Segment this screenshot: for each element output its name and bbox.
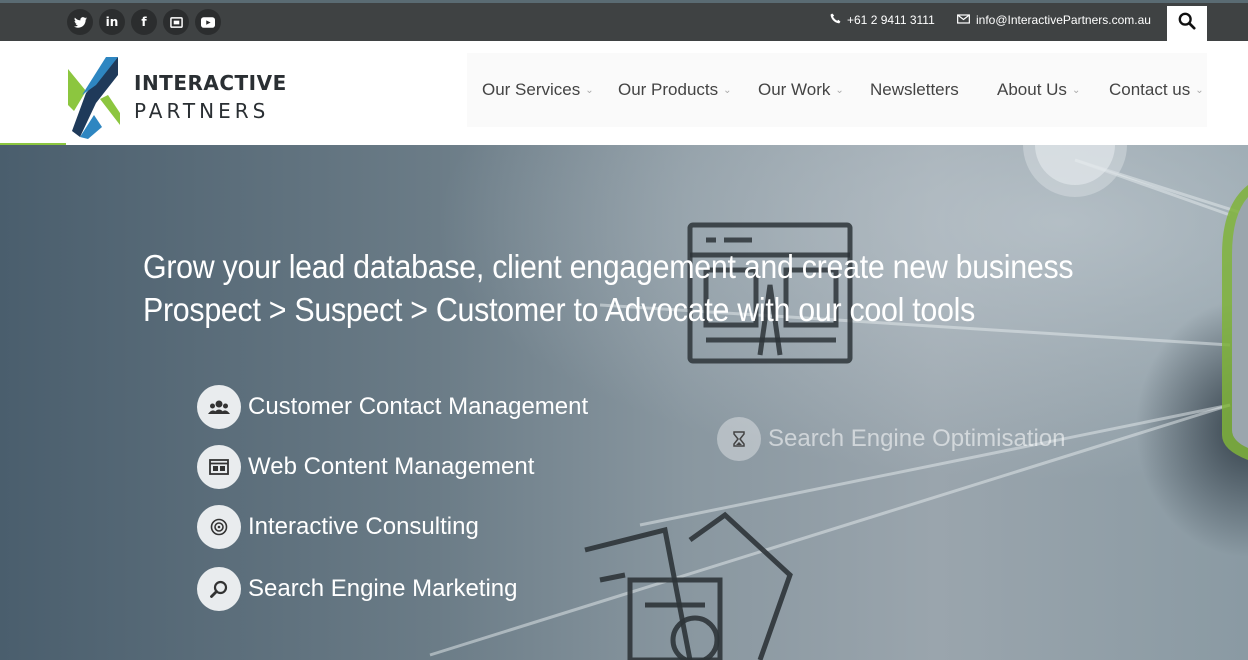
facebook-icon[interactable]: f — [131, 9, 157, 35]
nav-our-products[interactable]: Our Products ⌄ — [618, 80, 732, 100]
chevron-down-icon: ⌄ — [723, 84, 732, 96]
hero-headline-line-2: Prospect > Suspect > Customer to Advocat… — [143, 291, 976, 328]
top-bar: in f +61 2 9411 3111 info@InteractivePar… — [0, 0, 1248, 41]
site-header: INTERACTIVE PARTNERS Our Services ⌄ Our … — [0, 41, 1248, 147]
logo-wordmark-top: INTERACTIVE — [134, 71, 287, 95]
nav-label: Our Services — [482, 80, 581, 99]
nav-label: About Us — [997, 80, 1067, 99]
email-address: info@InteractivePartners.com.au — [976, 13, 1151, 27]
service-search-engine-optimisation[interactable]: Search Engine Optimisation — [717, 417, 1066, 461]
nav-label: Newsletters — [870, 80, 959, 99]
chevron-down-icon: ⌄ — [1195, 84, 1204, 96]
logo-mark — [68, 57, 120, 139]
people-icon — [197, 385, 241, 429]
nav-label: Our Work — [758, 80, 831, 99]
chevron-down-icon: ⌄ — [835, 84, 844, 96]
phone-contact[interactable]: +61 2 9411 3111 — [830, 13, 935, 27]
hero-background-illustration — [0, 145, 1248, 660]
magnifier-icon — [197, 567, 241, 611]
linkedin-icon[interactable]: in — [99, 9, 125, 35]
meetup-icon[interactable] — [163, 9, 189, 35]
nav-our-services[interactable]: Our Services ⌄ — [482, 80, 594, 100]
logo-wordmark-bottom: PARTNERS — [134, 99, 270, 123]
nav-label: Our Products — [618, 80, 719, 99]
phone-icon — [830, 13, 841, 27]
email-contact[interactable]: info@InteractivePartners.com.au — [957, 13, 1151, 27]
site-logo[interactable]: INTERACTIVE PARTNERS — [66, 55, 286, 139]
service-interactive-consulting[interactable]: Interactive Consulting — [197, 505, 479, 549]
service-search-engine-marketing[interactable]: Search Engine Marketing — [197, 567, 517, 611]
social-links: in f — [67, 9, 221, 35]
hero-headline-line-1: Grow your lead database, client engageme… — [143, 248, 1074, 285]
nav-our-work[interactable]: Our Work ⌄ — [758, 80, 844, 100]
nav-contact-us[interactable]: Contact us ⌄ — [1109, 80, 1204, 100]
nav-label: Contact us — [1109, 80, 1191, 99]
service-label: Search Engine Marketing — [248, 575, 518, 602]
main-navigation: Our Services ⌄ Our Products ⌄ Our Work ⌄… — [467, 53, 1207, 127]
envelope-icon — [957, 13, 970, 27]
hourglass-icon — [717, 417, 761, 461]
chevron-down-icon: ⌄ — [1071, 84, 1081, 96]
hero-banner: Grow your lead database, client engageme… — [0, 145, 1248, 660]
phone-number: +61 2 9411 3111 — [847, 13, 935, 27]
browser-icon — [197, 445, 241, 489]
service-web-content-management[interactable]: Web Content Management — [197, 445, 534, 489]
nav-about-us[interactable]: About Us ⌄ — [997, 80, 1080, 100]
search-icon — [1178, 12, 1196, 35]
twitter-icon[interactable] — [67, 9, 93, 35]
youtube-icon[interactable] — [195, 9, 221, 35]
target-icon — [197, 505, 241, 549]
chevron-down-icon: ⌄ — [585, 84, 594, 96]
service-label: Interactive Consulting — [248, 513, 479, 540]
service-label: Customer Contact Management — [248, 393, 589, 420]
nav-newsletters[interactable]: Newsletters — [870, 80, 959, 100]
service-customer-contact-management[interactable]: Customer Contact Management — [197, 385, 588, 429]
service-label: Search Engine Optimisation — [768, 425, 1066, 452]
service-label: Web Content Management — [248, 453, 535, 480]
search-button[interactable] — [1167, 6, 1207, 41]
